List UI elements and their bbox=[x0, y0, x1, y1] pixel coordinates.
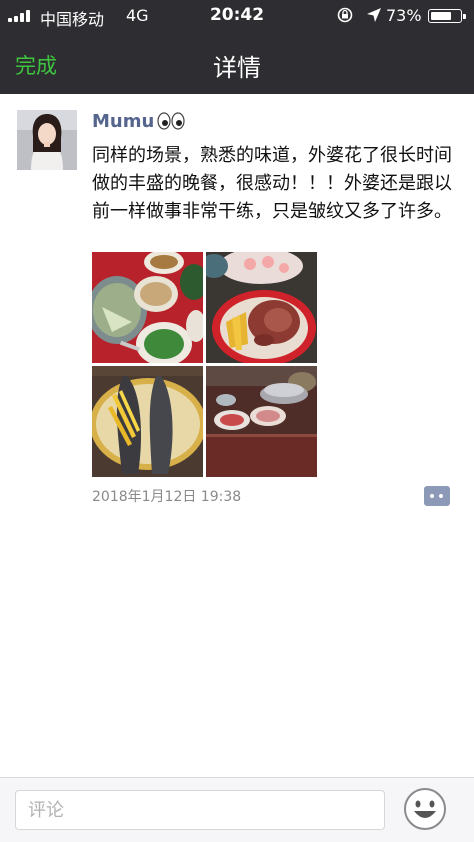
location-arrow-icon bbox=[367, 8, 382, 22]
page-title: 详情 bbox=[213, 54, 261, 82]
comment-input[interactable] bbox=[15, 790, 385, 830]
photo-raw-meat-plate[interactable] bbox=[206, 252, 317, 363]
photo-fish-plate[interactable] bbox=[92, 366, 203, 477]
comment-menu-button[interactable] bbox=[424, 486, 450, 506]
avatar[interactable] bbox=[17, 110, 77, 170]
post-author[interactable]: Mumu bbox=[92, 111, 185, 132]
eyes-emoji-icon bbox=[157, 112, 185, 130]
photo-dishes-table[interactable] bbox=[92, 252, 203, 363]
navigation-bar: 完成 详情 bbox=[0, 30, 474, 94]
emoji-button[interactable] bbox=[403, 787, 447, 831]
comment-bar bbox=[0, 777, 474, 842]
rotation-lock-icon bbox=[337, 7, 353, 23]
smiley-face-icon bbox=[404, 788, 446, 830]
photo-kitchen-stove[interactable] bbox=[206, 366, 317, 477]
post-timestamp: 2018年1月12日 19:38 bbox=[92, 489, 242, 505]
status-bar: 中国移动 4G 20:42 73% bbox=[0, 0, 474, 30]
author-name: Mumu bbox=[92, 111, 155, 132]
battery-percentage: 73% bbox=[386, 6, 422, 25]
post-text: 同样的场景，熟悉的味道，外婆花了很长时间做的丰盛的晚餐，很感动！！！外婆还是跟以… bbox=[92, 145, 452, 222]
battery-icon bbox=[428, 9, 466, 23]
